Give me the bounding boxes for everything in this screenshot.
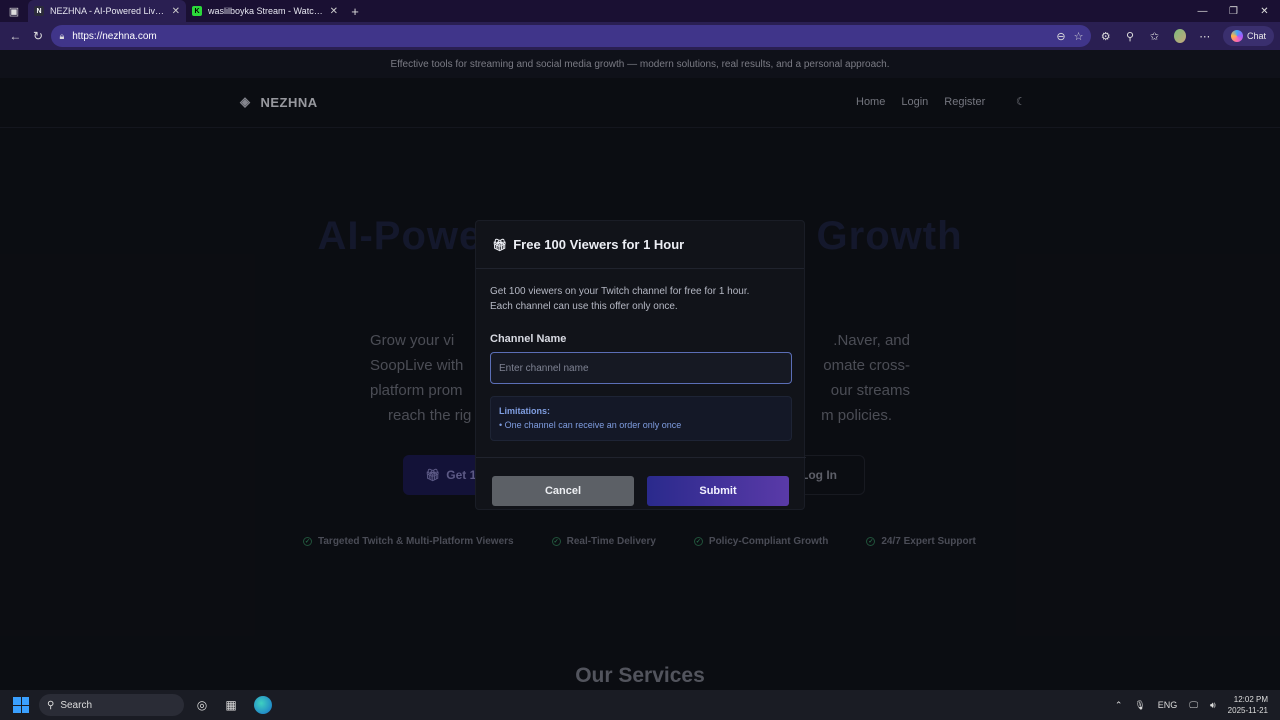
channel-name-label: Channel Name: [490, 333, 567, 345]
copilot-chat-button[interactable]: Chat: [1222, 26, 1274, 46]
chevron-up-icon[interactable]: ⌃: [1115, 700, 1123, 711]
limitations-box: Limitations: • One channel can receive a…: [490, 396, 792, 441]
tab-actions-icon[interactable]: ▣: [0, 0, 28, 22]
volume-icon[interactable]: 🔊︎: [1210, 700, 1216, 711]
taskbar-search-label: Search: [60, 699, 93, 711]
tab-title: NEZHNA - AI-Powered Live Strea: [50, 6, 166, 16]
limitations-item: • One channel can receive an order only …: [499, 420, 682, 430]
clock-time: 12:02 PM: [1233, 695, 1268, 704]
taskbar: ⚲ Search ◎ ▦ ⌃ 🎙︎ ENG 🖵︎ 🔊︎ 12:02 PM 202…: [0, 690, 1280, 720]
clock-date: 2025-11-21: [1227, 706, 1268, 715]
new-tab-icon[interactable]: +: [344, 4, 366, 19]
windows-start-icon[interactable]: [13, 697, 29, 713]
close-tab-icon[interactable]: ✕: [172, 6, 180, 17]
chat-label: Chat: [1246, 31, 1266, 41]
edge-browser-icon[interactable]: [254, 696, 272, 714]
microphone-icon[interactable]: 🎙︎: [1134, 700, 1145, 711]
close-tab-icon[interactable]: ✕: [330, 6, 338, 17]
tab-kick-stream[interactable]: K waslilboyka Stream - Watch Live o ✕: [186, 0, 344, 22]
modal-footer: Cancel Submit: [476, 457, 806, 511]
tab-nezhna[interactable]: N NEZHNA - AI-Powered Live Strea ✕: [28, 0, 186, 22]
url-text[interactable]: https://nezhna.com: [72, 31, 157, 42]
reader-icon[interactable]: ⊖: [1056, 30, 1065, 43]
submit-button[interactable]: Submit: [647, 476, 789, 506]
favorites-icon[interactable]: ✩: [1144, 25, 1164, 47]
network-icon[interactable]: 🖵︎: [1189, 700, 1198, 711]
modal-header: 🎁︎ Free 100 Viewers for 1 Hour: [476, 221, 804, 269]
close-window-icon[interactable]: ✕: [1249, 0, 1280, 22]
more-icon[interactable]: ⋯: [1195, 25, 1215, 47]
nezhna-favicon-icon: N: [34, 6, 44, 16]
url-field[interactable]: 🔒︎ https://nezhna.com ⊖ ☆: [51, 25, 1092, 47]
minimize-icon[interactable]: —: [1187, 0, 1218, 22]
browser-tab-bar: ▣ N NEZHNA - AI-Powered Live Strea ✕ K w…: [0, 0, 1280, 22]
gift-icon: 🎁︎: [492, 237, 508, 252]
channel-name-input[interactable]: [490, 352, 792, 384]
profile-avatar[interactable]: [1173, 29, 1186, 43]
modal-description: Get 100 viewers on your Twitch channel f…: [490, 284, 790, 314]
restore-icon[interactable]: ❐: [1218, 0, 1249, 22]
system-tray: ⌃ 🎙︎ ENG 🖵︎ 🔊︎ 12:02 PM 2025-11-21: [1115, 694, 1280, 716]
modal-description-line: Get 100 viewers on your Twitch channel f…: [490, 286, 750, 297]
extensions-icon[interactable]: ⚙: [1095, 25, 1115, 47]
window-controls: — ❐ ✕: [1187, 0, 1280, 22]
clock[interactable]: 12:02 PM 2025-11-21: [1228, 694, 1268, 716]
favorite-star-icon[interactable]: ☆: [1074, 30, 1084, 43]
copilot-icon: [1230, 30, 1243, 42]
chrome-icon[interactable]: ◎: [191, 694, 213, 716]
language-indicator[interactable]: ENG: [1158, 700, 1178, 710]
lock-icon[interactable]: 🔒︎: [59, 31, 64, 42]
app-icon[interactable]: ▦: [220, 694, 242, 716]
taskbar-search[interactable]: ⚲ Search: [39, 694, 184, 716]
modal-title: Free 100 Viewers for 1 Hour: [513, 237, 685, 252]
free-viewers-modal: 🎁︎ Free 100 Viewers for 1 Hour Get 100 v…: [475, 220, 806, 511]
modal-description-line: Each channel can use this offer only onc…: [490, 301, 678, 312]
tab-title: waslilboyka Stream - Watch Live o: [208, 6, 324, 16]
refresh-icon[interactable]: ↻: [29, 25, 48, 47]
search-icon: ⚲: [47, 699, 55, 711]
limitations-title: Limitations:: [499, 406, 550, 416]
address-bar-row: ← ↻ 🔒︎ https://nezhna.com ⊖ ☆ ⚙ ⚲ ✩ ⋯ Ch…: [0, 22, 1280, 50]
webpage: Effective tools for streaming and social…: [0, 50, 1280, 690]
split-screen-icon[interactable]: ⚲: [1120, 25, 1140, 47]
kick-favicon-icon: K: [192, 6, 202, 16]
back-icon[interactable]: ←: [6, 25, 25, 47]
cancel-button[interactable]: Cancel: [492, 476, 634, 506]
